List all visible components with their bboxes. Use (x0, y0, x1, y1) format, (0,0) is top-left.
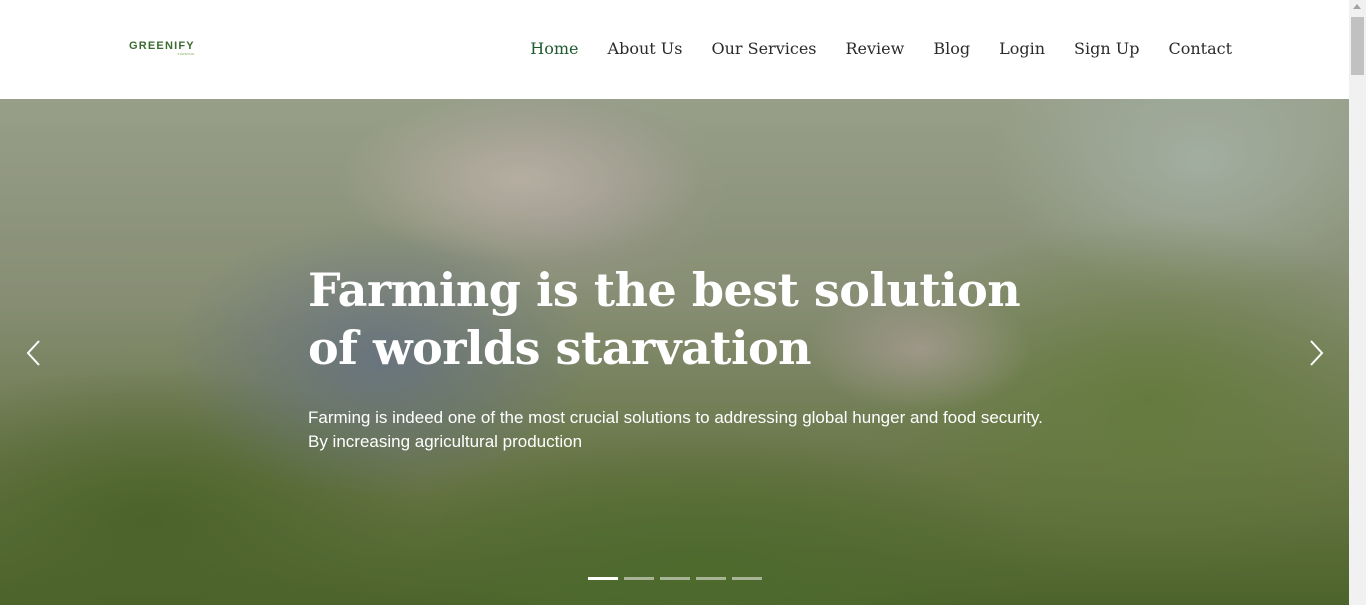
logo-text: GREENIFY (129, 40, 195, 52)
hero-description: Farming is indeed one of the most crucia… (308, 406, 1068, 454)
nav-contact[interactable]: Contact (1168, 37, 1232, 61)
logo-tagline: FARMING (177, 52, 195, 56)
carousel-indicator-4[interactable] (696, 577, 726, 580)
carousel-indicator-1[interactable] (588, 577, 618, 580)
carousel-indicator-5[interactable] (732, 577, 762, 580)
hero-description-line2: By increasing agricultural production (308, 432, 583, 451)
chevron-right-icon (1310, 340, 1324, 366)
nav-login[interactable]: Login (999, 37, 1045, 61)
carousel-indicator-2[interactable] (624, 577, 654, 580)
hero-carousel: Farming is the best solution of worlds s… (0, 99, 1349, 605)
nav-blog[interactable]: Blog (933, 37, 970, 61)
main-nav: Home About Us Our Services Review Blog L… (501, 37, 1232, 61)
hero-description-line1: Farming is indeed one of the most crucia… (308, 408, 1043, 427)
chevron-left-icon (26, 340, 40, 366)
carousel-next-button[interactable] (1300, 335, 1330, 371)
nav-sign-up[interactable]: Sign Up (1074, 37, 1139, 61)
nav-home[interactable]: Home (530, 37, 578, 61)
scrollbar-thumb[interactable] (1351, 17, 1364, 75)
nav-our-services[interactable]: Our Services (711, 37, 816, 61)
nav-about-us[interactable]: About Us (608, 37, 683, 61)
carousel-prev-button[interactable] (20, 335, 50, 371)
page-scrollbar[interactable] (1349, 0, 1366, 605)
logo[interactable]: GREENIFY FARMING (129, 41, 195, 57)
hero-title: Farming is the best solution of worlds s… (308, 263, 1021, 375)
scroll-up-arrow-icon[interactable] (1353, 4, 1361, 9)
carousel-indicators (588, 577, 762, 580)
navbar: GREENIFY FARMING Home About Us Our Servi… (0, 0, 1349, 99)
carousel-indicator-3[interactable] (660, 577, 690, 580)
nav-review[interactable]: Review (846, 37, 905, 61)
